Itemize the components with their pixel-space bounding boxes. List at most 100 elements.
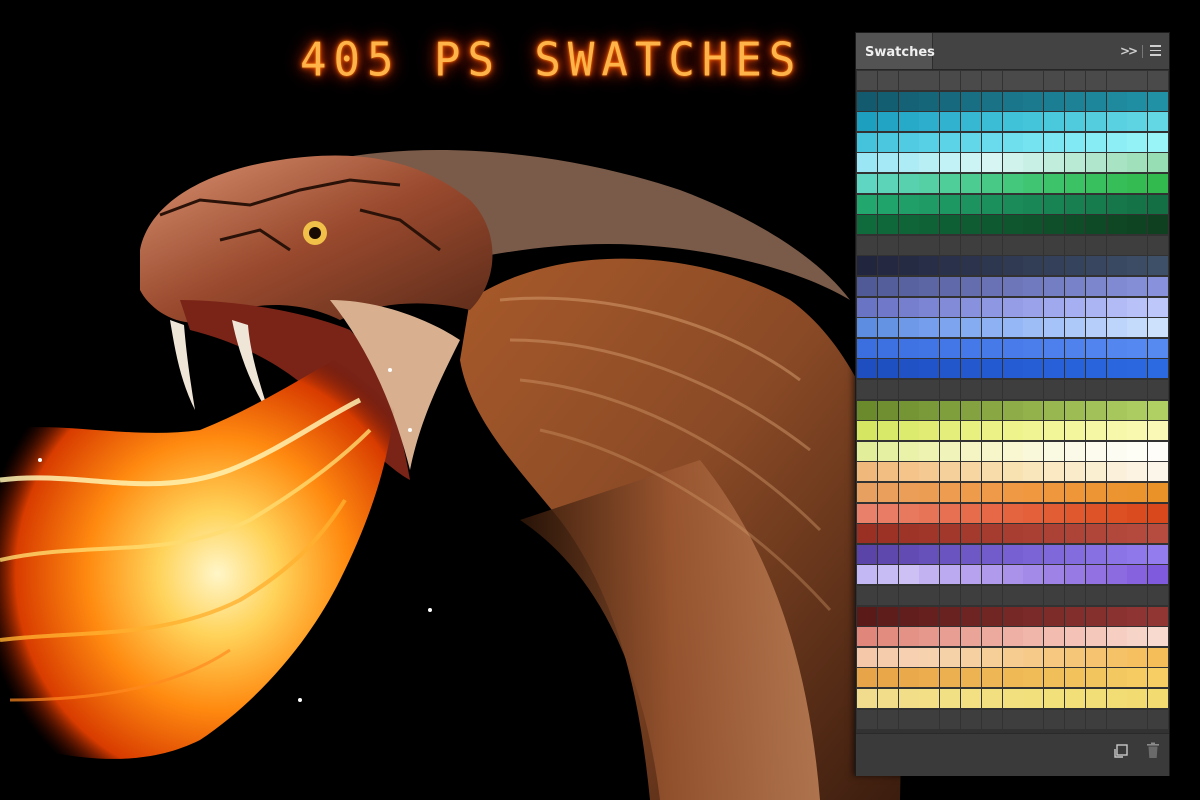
swatch-cell[interactable] <box>940 400 961 420</box>
swatch-cell[interactable] <box>981 153 1002 173</box>
swatch-cell[interactable] <box>1127 153 1148 173</box>
swatch-cell[interactable] <box>1065 256 1085 276</box>
swatch-cell[interactable] <box>857 194 877 214</box>
swatch-cell[interactable] <box>1002 132 1023 152</box>
swatch-cell[interactable] <box>1065 91 1085 111</box>
swatch-cell[interactable] <box>898 586 919 605</box>
swatch-cell[interactable] <box>919 483 940 502</box>
swatch-cell[interactable] <box>919 132 940 152</box>
swatch-cell[interactable] <box>981 215 1002 235</box>
swatch-cell[interactable] <box>1106 503 1127 523</box>
swatch-cell[interactable] <box>1127 71 1148 90</box>
swatch-cell[interactable] <box>1065 689 1085 708</box>
swatch-cell[interactable] <box>981 318 1002 338</box>
swatch-cell[interactable] <box>877 544 898 564</box>
swatch-cell[interactable] <box>940 112 961 132</box>
swatch-cell[interactable] <box>1065 174 1085 193</box>
swatch-cell[interactable] <box>940 277 961 296</box>
swatch-cell[interactable] <box>1085 215 1106 235</box>
swatch-cell[interactable] <box>857 132 877 152</box>
swatch-cell[interactable] <box>919 215 940 235</box>
swatch-cell[interactable] <box>1106 524 1127 544</box>
swatch-cell[interactable] <box>981 338 1002 358</box>
swatch-cell[interactable] <box>961 132 981 152</box>
swatch-cell[interactable] <box>1106 194 1127 214</box>
swatch-cell[interactable] <box>919 400 940 420</box>
swatch-cell[interactable] <box>940 71 961 90</box>
swatch-cell[interactable] <box>940 483 961 502</box>
swatch-cell[interactable] <box>1148 71 1169 90</box>
swatch-cell[interactable] <box>857 421 877 441</box>
swatch-cell[interactable] <box>919 91 940 111</box>
swatch-cell[interactable] <box>961 71 981 90</box>
swatch-cell[interactable] <box>981 359 1002 379</box>
swatch-cell[interactable] <box>1106 709 1127 729</box>
swatch-cell[interactable] <box>981 297 1002 317</box>
swatch-cell[interactable] <box>898 627 919 647</box>
swatch-cell[interactable] <box>898 503 919 523</box>
swatch-cell[interactable] <box>919 421 940 441</box>
swatch-cell[interactable] <box>919 318 940 338</box>
swatch-cell[interactable] <box>1148 483 1169 502</box>
swatch-cell[interactable] <box>961 112 981 132</box>
swatch-cell[interactable] <box>961 524 981 544</box>
swatch-cell[interactable] <box>1044 483 1065 502</box>
swatch-cell[interactable] <box>1127 606 1148 626</box>
swatch-cell[interactable] <box>940 544 961 564</box>
swatch-cell[interactable] <box>981 421 1002 441</box>
swatch-cell[interactable] <box>877 112 898 132</box>
swatch-cell[interactable] <box>940 565 961 585</box>
swatch-cell[interactable] <box>1002 318 1023 338</box>
swatch-cell[interactable] <box>1127 647 1148 667</box>
swatch-cell[interactable] <box>1148 194 1169 214</box>
swatch-cell[interactable] <box>961 359 981 379</box>
swatch-cell[interactable] <box>961 565 981 585</box>
swatch-cell[interactable] <box>1106 71 1127 90</box>
swatch-cell[interactable] <box>961 380 981 399</box>
swatch-cell[interactable] <box>1002 441 1023 461</box>
swatch-cell[interactable] <box>1127 380 1148 399</box>
swatch-cell[interactable] <box>1085 565 1106 585</box>
swatch-cell[interactable] <box>1002 359 1023 379</box>
swatch-cell[interactable] <box>1002 544 1023 564</box>
swatch-cell[interactable] <box>1023 586 1044 605</box>
swatch-cell[interactable] <box>1002 256 1023 276</box>
swatch-cell[interactable] <box>877 338 898 358</box>
swatch-cell[interactable] <box>1127 235 1148 255</box>
swatch-cell[interactable] <box>877 194 898 214</box>
swatch-cell[interactable] <box>877 380 898 399</box>
swatch-cell[interactable] <box>919 256 940 276</box>
swatch-cell[interactable] <box>898 462 919 482</box>
swatch-cell[interactable] <box>1065 421 1085 441</box>
swatch-cell[interactable] <box>1085 91 1106 111</box>
swatch-cell[interactable] <box>1106 421 1127 441</box>
swatch-cell[interactable] <box>919 71 940 90</box>
swatch-cell[interactable] <box>857 689 877 708</box>
swatch-cell[interactable] <box>1002 215 1023 235</box>
swatch-cell[interactable] <box>877 689 898 708</box>
swatch-cell[interactable] <box>1023 297 1044 317</box>
swatch-cell[interactable] <box>1044 586 1065 605</box>
swatch-cell[interactable] <box>940 462 961 482</box>
swatch-cell[interactable] <box>1065 441 1085 461</box>
swatch-cell[interactable] <box>877 153 898 173</box>
swatch-cell[interactable] <box>1085 174 1106 193</box>
swatch-cell[interactable] <box>877 215 898 235</box>
swatch-cell[interactable] <box>1044 503 1065 523</box>
swatch-cell[interactable] <box>1148 359 1169 379</box>
swatch-cell[interactable] <box>1127 421 1148 441</box>
swatch-cell[interactable] <box>1148 565 1169 585</box>
swatch-cell[interactable] <box>857 338 877 358</box>
swatch-cell[interactable] <box>857 400 877 420</box>
swatch-cell[interactable] <box>981 586 1002 605</box>
swatch-cell[interactable] <box>1106 277 1127 296</box>
swatch-cell[interactable] <box>1044 359 1065 379</box>
swatch-cell[interactable] <box>1148 544 1169 564</box>
swatch-cell[interactable] <box>877 277 898 296</box>
swatch-cell[interactable] <box>981 483 1002 502</box>
swatch-cell[interactable] <box>1106 174 1127 193</box>
swatch-cell[interactable] <box>1044 235 1065 255</box>
swatch-cell[interactable] <box>1065 565 1085 585</box>
swatch-cell[interactable] <box>898 71 919 90</box>
swatch-cell[interactable] <box>1148 421 1169 441</box>
